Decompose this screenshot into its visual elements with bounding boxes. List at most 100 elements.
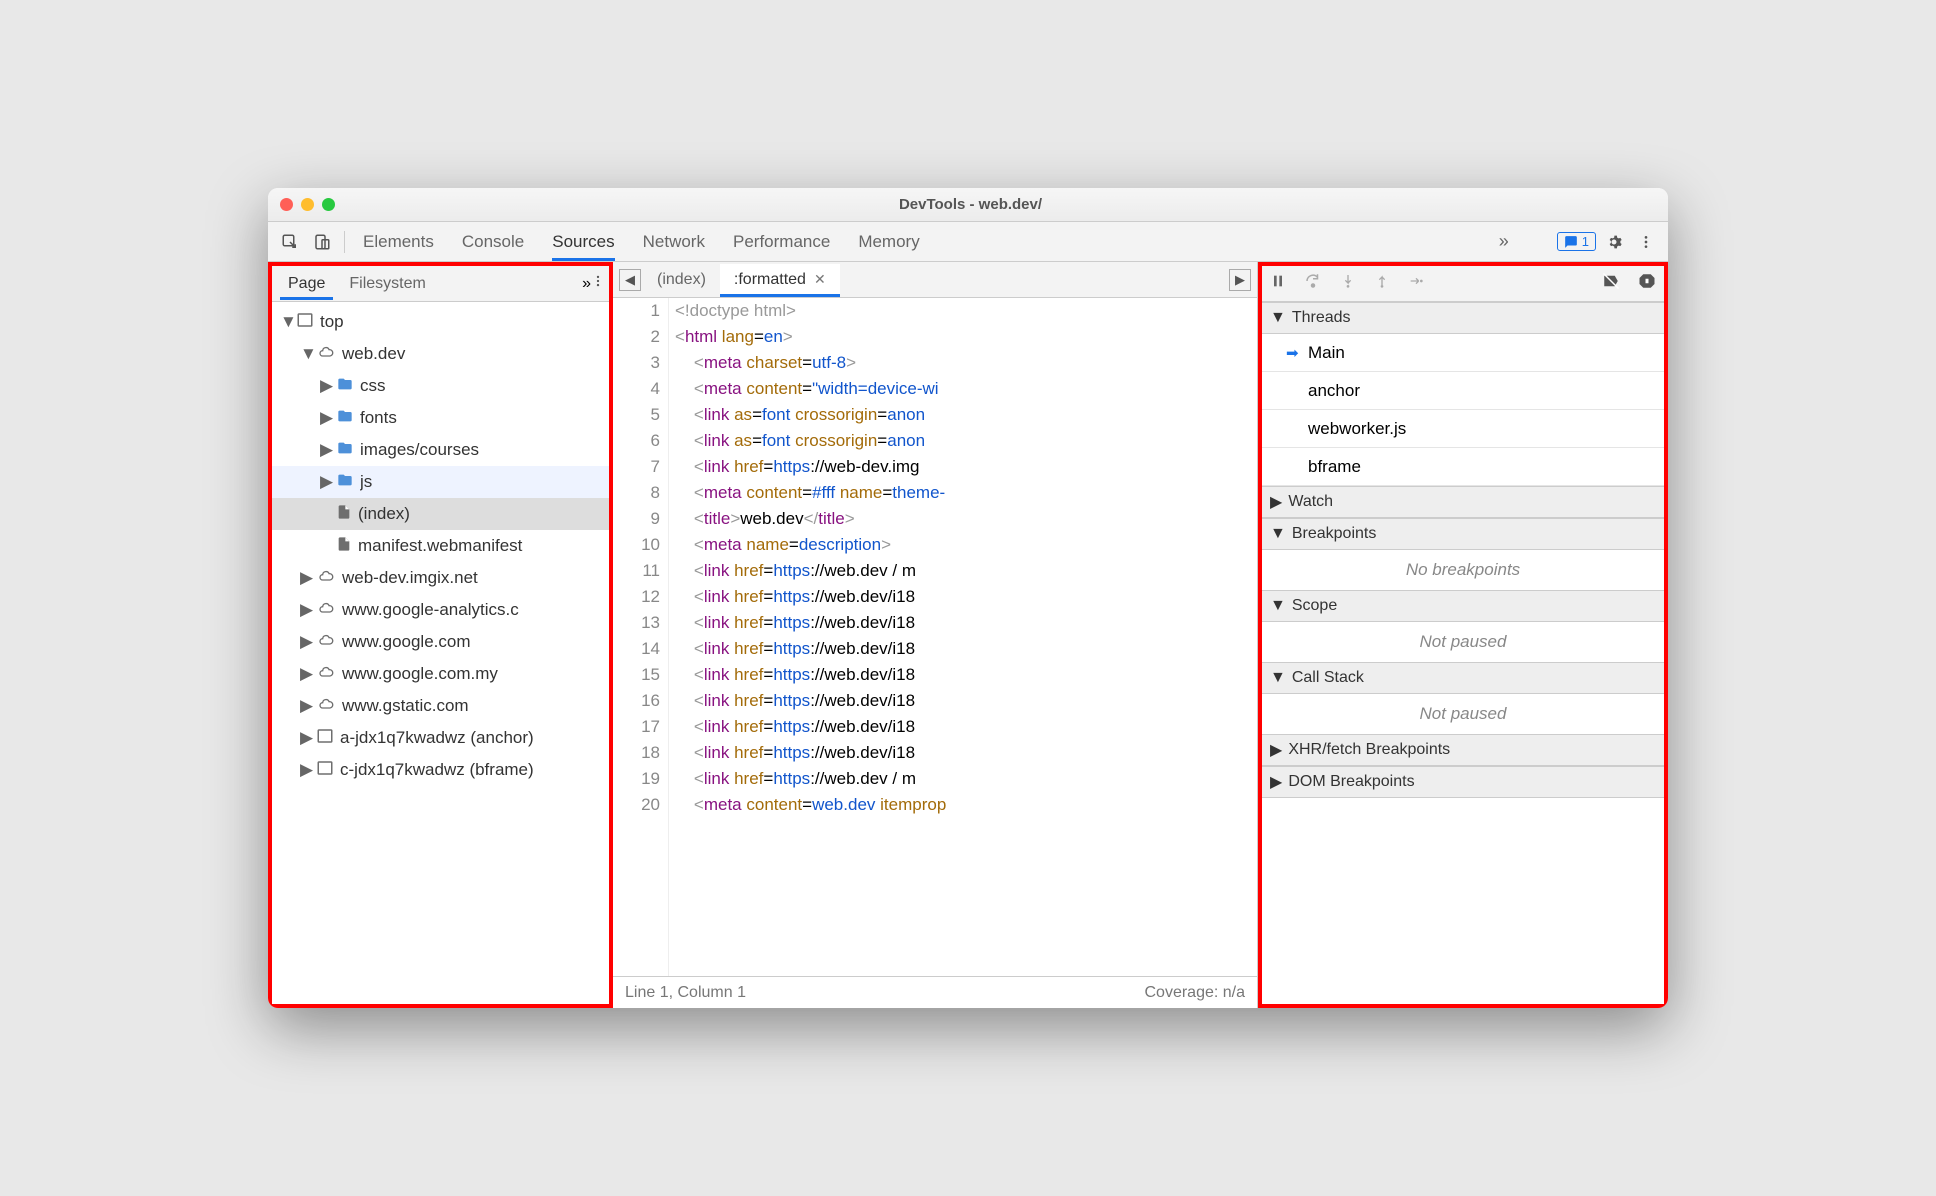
- subtab-page[interactable]: Page: [276, 268, 337, 299]
- expand-arrow-icon[interactable]: ▶: [320, 440, 330, 460]
- file-tab[interactable]: (index): [643, 264, 720, 296]
- tab-sources[interactable]: Sources: [552, 224, 614, 260]
- tab-network[interactable]: Network: [643, 224, 705, 260]
- frame-icon: [316, 727, 334, 750]
- tree-item-label: top: [320, 312, 605, 332]
- thread-row[interactable]: anchor: [1262, 372, 1664, 410]
- tab-memory[interactable]: Memory: [858, 224, 919, 260]
- settings-icon[interactable]: [1600, 228, 1628, 256]
- overflow-icon[interactable]: »: [582, 275, 591, 293]
- tree-item-label: web-dev.imgix.net: [342, 568, 605, 588]
- tree-item[interactable]: ▶ c-jdx1q7kwadwz (bframe): [272, 754, 609, 786]
- disclosure-icon: ▶: [1270, 772, 1282, 792]
- overflow-icon[interactable]: »: [1499, 231, 1509, 252]
- tree-item[interactable]: ▶ fonts: [272, 402, 609, 434]
- tree-item[interactable]: manifest.webmanifest: [272, 530, 609, 562]
- expand-arrow-icon[interactable]: ▶: [300, 728, 310, 748]
- expand-arrow-icon[interactable]: ▶: [320, 376, 330, 396]
- file-icon: [336, 503, 352, 526]
- device-toolbar-icon[interactable]: [308, 228, 336, 256]
- maximize-icon[interactable]: [322, 198, 335, 211]
- cloud-icon: [316, 344, 336, 365]
- titlebar: DevTools - web.dev/: [268, 188, 1668, 222]
- frame-icon: [296, 311, 314, 334]
- tree-item[interactable]: ▶ www.google-analytics.c: [272, 594, 609, 626]
- section-header[interactable]: ▶DOM Breakpoints: [1262, 766, 1664, 798]
- tree-item-label: www.gstatic.com: [342, 696, 605, 716]
- thread-row[interactable]: ➡Main: [1262, 334, 1664, 372]
- section-header[interactable]: ▼Threads: [1262, 302, 1664, 334]
- step-over-icon[interactable]: [1304, 272, 1322, 295]
- tree-item[interactable]: ▶js: [272, 466, 609, 498]
- window-title: DevTools - web.dev/: [335, 196, 1606, 213]
- disclosure-icon: ▶: [1270, 740, 1282, 760]
- expand-arrow-icon[interactable]: ▶: [300, 632, 310, 652]
- tab-console[interactable]: Console: [462, 224, 524, 260]
- file-tree[interactable]: ▼top▼web.dev▶css▶fonts▶images/courses▶js…: [272, 302, 609, 1004]
- expand-arrow-icon[interactable]: ▶: [300, 600, 310, 620]
- traffic-lights: [280, 198, 335, 211]
- expand-arrow-icon[interactable]: ▼: [280, 312, 290, 332]
- tree-item[interactable]: (index): [272, 498, 609, 530]
- navigator-subtabs: PageFilesystem »: [272, 266, 609, 302]
- line-gutter: 1234567891011121314151617181920: [613, 298, 669, 976]
- tree-item-label: www.google.com.my: [342, 664, 605, 684]
- tree-item-label: fonts: [360, 408, 605, 428]
- step-out-icon[interactable]: [1374, 273, 1390, 294]
- minimize-icon[interactable]: [301, 198, 314, 211]
- tree-item-label: www.google-analytics.c: [342, 600, 605, 620]
- next-file-icon[interactable]: ▶: [1229, 269, 1251, 291]
- section-header[interactable]: ▼Breakpoints: [1262, 518, 1664, 550]
- tab-elements[interactable]: Elements: [363, 224, 434, 260]
- tree-item[interactable]: ▶a-jdx1q7kwadwz (anchor): [272, 722, 609, 754]
- section-header[interactable]: ▼Call Stack: [1262, 662, 1664, 694]
- debugger-sections: ▼Threads➡Mainanchorwebworker.jsbframe▶Wa…: [1262, 302, 1664, 1004]
- navigator-pane: PageFilesystem » ▼top▼web.dev▶css▶fonts▶…: [268, 262, 613, 1008]
- tree-item[interactable]: ▶ web-dev.imgix.net: [272, 562, 609, 594]
- expand-arrow-icon[interactable]: ▶: [320, 408, 330, 428]
- thread-row[interactable]: bframe: [1262, 448, 1664, 486]
- expand-arrow-icon[interactable]: ▶: [300, 696, 310, 716]
- pause-icon[interactable]: [1270, 273, 1286, 294]
- tree-item[interactable]: ▶css: [272, 370, 609, 402]
- cloud-icon: [316, 632, 336, 653]
- main-content: PageFilesystem » ▼top▼web.dev▶css▶fonts▶…: [268, 262, 1668, 1008]
- kebab-menu-icon[interactable]: [1632, 228, 1660, 256]
- step-icon[interactable]: [1408, 273, 1424, 294]
- section-header[interactable]: ▶Watch: [1262, 486, 1664, 518]
- section-header[interactable]: ▶XHR/fetch Breakpoints: [1262, 734, 1664, 766]
- tree-item[interactable]: ▶ www.google.com: [272, 626, 609, 658]
- code-content[interactable]: <!doctype html><html lang=en> <meta char…: [669, 298, 1257, 976]
- tree-item[interactable]: ▶images/courses: [272, 434, 609, 466]
- deactivate-breakpoints-icon[interactable]: [1602, 272, 1620, 295]
- expand-arrow-icon[interactable]: ▼: [300, 344, 310, 364]
- tree-item[interactable]: ▼web.dev: [272, 338, 609, 370]
- step-into-icon[interactable]: [1340, 273, 1356, 294]
- code-editor[interactable]: 1234567891011121314151617181920 <!doctyp…: [613, 298, 1257, 976]
- thread-row[interactable]: webworker.js: [1262, 410, 1664, 448]
- close-tab-icon[interactable]: ✕: [814, 271, 826, 288]
- folder-icon: [336, 376, 354, 397]
- tree-item[interactable]: ▶ www.google.com.my: [272, 658, 609, 690]
- subtab-filesystem[interactable]: Filesystem: [337, 268, 437, 299]
- editor-pane: ◀ (index):formatted✕ ▶ 12345678910111213…: [613, 262, 1258, 1008]
- issues-badge[interactable]: 1: [1557, 232, 1596, 251]
- expand-arrow-icon[interactable]: ▶: [320, 472, 330, 492]
- expand-arrow-icon[interactable]: ▶: [300, 568, 310, 588]
- inspect-element-icon[interactable]: [276, 228, 304, 256]
- section-header[interactable]: ▼Scope: [1262, 590, 1664, 622]
- expand-arrow-icon[interactable]: ▶: [300, 664, 310, 684]
- file-tab[interactable]: :formatted✕: [720, 264, 840, 296]
- tab-performance[interactable]: Performance: [733, 224, 830, 260]
- pause-on-exceptions-icon[interactable]: [1638, 272, 1656, 295]
- main-toolbar: Elements Console Sources Network Performance…: [268, 222, 1668, 262]
- tree-item-label: c-jdx1q7kwadwz (bframe): [340, 760, 605, 780]
- expand-arrow-icon[interactable]: ▶: [300, 760, 310, 780]
- tree-item[interactable]: ▶ www.gstatic.com: [272, 690, 609, 722]
- close-icon[interactable]: [280, 198, 293, 211]
- tree-item[interactable]: ▼ top: [272, 306, 609, 338]
- prev-file-icon[interactable]: ◀: [619, 269, 641, 291]
- kebab-menu-icon[interactable]: [591, 274, 605, 293]
- tree-item-label: (index): [358, 504, 605, 524]
- tree-item-label: www.google.com: [342, 632, 605, 652]
